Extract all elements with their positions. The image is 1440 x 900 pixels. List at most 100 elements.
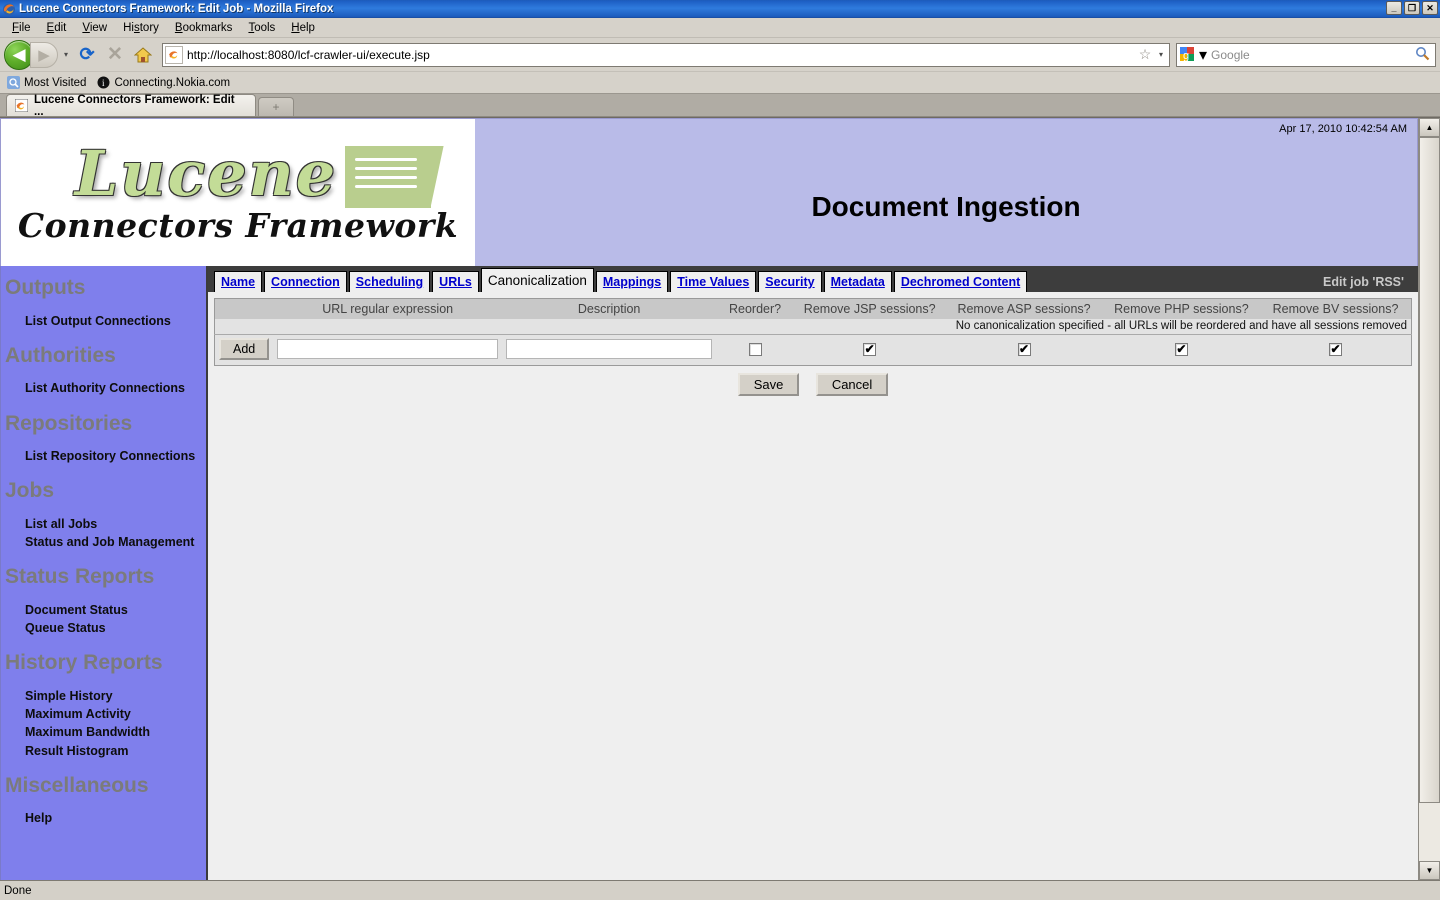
cancel-button[interactable]: Cancel bbox=[816, 373, 888, 396]
timestamp: Apr 17, 2010 10:42:54 AM bbox=[1279, 123, 1407, 135]
menu-item-history[interactable]: History bbox=[115, 20, 167, 36]
tab-security[interactable]: Security bbox=[758, 271, 821, 292]
address-dropdown-icon[interactable]: ▾ bbox=[1155, 50, 1167, 59]
close-button[interactable]: ✕ bbox=[1422, 1, 1438, 15]
url-regex-input[interactable] bbox=[277, 339, 498, 359]
menu-item-help[interactable]: Help bbox=[283, 20, 323, 36]
reload-icon[interactable]: ⟳ bbox=[74, 42, 100, 68]
header-banner: Apr 17, 2010 10:42:54 AM Document Ingest… bbox=[475, 119, 1417, 266]
search-input[interactable]: Google bbox=[1207, 48, 1411, 62]
minimize-button[interactable]: _ bbox=[1386, 1, 1402, 15]
browser-tab-label: Lucene Connectors Framework: Edit ... bbox=[34, 94, 247, 118]
stop-icon[interactable]: ✕ bbox=[102, 42, 128, 68]
table-header-row: URL regular expression Description Reord… bbox=[215, 299, 1412, 320]
logo-wordmark: Lucene bbox=[75, 145, 337, 204]
add-button[interactable]: Add bbox=[219, 338, 269, 360]
tab-metadata[interactable]: Metadata bbox=[824, 271, 892, 292]
remove-php-sessions-checkbox[interactable]: ✔ bbox=[1175, 343, 1188, 356]
edit-job-label: Edit job 'RSS' bbox=[1323, 275, 1404, 289]
add-cell: Add bbox=[215, 335, 274, 366]
bookmarks-toolbar: Most Visited i Connecting.Nokia.com bbox=[0, 72, 1440, 94]
tab-connection[interactable]: Connection bbox=[264, 271, 347, 292]
page-title: Document Ingestion bbox=[811, 191, 1080, 223]
tab-scheduling[interactable]: Scheduling bbox=[349, 271, 430, 292]
bookmark-connecting-nokia[interactable]: i Connecting.Nokia.com bbox=[96, 76, 236, 90]
sidebar: Outputs List Output Connections Authorit… bbox=[0, 266, 208, 880]
search-engine-dropdown-icon[interactable]: ▾ bbox=[1199, 45, 1207, 65]
bookmark-star-icon[interactable]: ☆ bbox=[1135, 46, 1155, 63]
scrollbar-track[interactable] bbox=[1419, 137, 1440, 861]
page-content: Lucene Connectors Framework Apr 17, 2010… bbox=[0, 118, 1418, 880]
sidebar-item-result-histogram[interactable]: Result Histogram bbox=[1, 742, 206, 760]
description-input[interactable] bbox=[506, 339, 712, 359]
sidebar-heading-miscellaneous: Miscellaneous bbox=[1, 770, 206, 800]
tab-time-values[interactable]: Time Values bbox=[670, 271, 756, 292]
tab-urls[interactable]: URLs bbox=[432, 271, 479, 292]
page-scrollbar[interactable]: ▲ ▼ bbox=[1418, 118, 1440, 880]
sidebar-item-help[interactable]: Help bbox=[1, 809, 206, 827]
scroll-up-button[interactable]: ▲ bbox=[1419, 118, 1440, 137]
menu-item-view[interactable]: View bbox=[74, 20, 115, 36]
history-dropdown-icon[interactable]: ▾ bbox=[60, 42, 72, 68]
reorder-cell bbox=[716, 335, 794, 366]
search-magnifier-icon[interactable] bbox=[1411, 46, 1433, 64]
home-icon[interactable] bbox=[130, 42, 156, 68]
remove-bv-cell: ✔ bbox=[1260, 335, 1411, 366]
window-controls: _ ❐ ✕ bbox=[1386, 1, 1438, 15]
save-button[interactable]: Save bbox=[738, 373, 800, 396]
remove-bv-sessions-checkbox[interactable]: ✔ bbox=[1329, 343, 1342, 356]
sidebar-item-queue-status[interactable]: Queue Status bbox=[1, 619, 206, 637]
col-remove-asp: Remove ASP sessions? bbox=[945, 299, 1102, 320]
sidebar-item-maximum-activity[interactable]: Maximum Activity bbox=[1, 705, 206, 723]
sidebar-item-list-all-jobs[interactable]: List all Jobs bbox=[1, 515, 206, 533]
status-text: Done bbox=[4, 885, 32, 897]
url-text[interactable]: http://localhost:8080/lcf-crawler-ui/exe… bbox=[187, 48, 1135, 62]
remove-asp-sessions-checkbox[interactable]: ✔ bbox=[1018, 343, 1031, 356]
status-bar: Done bbox=[0, 880, 1440, 900]
sidebar-item-document-status[interactable]: Document Status bbox=[1, 601, 206, 619]
form-actions: Save Cancel bbox=[214, 366, 1412, 394]
sidebar-heading-status-reports: Status Reports bbox=[1, 561, 206, 591]
sidebar-item-list-authority-connections[interactable]: List Authority Connections bbox=[1, 379, 206, 397]
bookmark-most-visited[interactable]: Most Visited bbox=[6, 76, 92, 90]
window-title: Lucene Connectors Framework: Edit Job - … bbox=[19, 3, 333, 15]
col-remove-php: Remove PHP sessions? bbox=[1103, 299, 1260, 320]
search-bar[interactable]: g ▾ Google bbox=[1176, 43, 1436, 67]
new-tab-button[interactable]: + bbox=[258, 97, 294, 116]
tab-mappings[interactable]: Mappings bbox=[596, 271, 668, 292]
menu-item-tools[interactable]: Tools bbox=[240, 20, 283, 36]
scrollbar-thumb[interactable] bbox=[1419, 137, 1440, 803]
scroll-down-button[interactable]: ▼ bbox=[1419, 861, 1440, 880]
page-viewport: Lucene Connectors Framework Apr 17, 2010… bbox=[0, 117, 1440, 880]
site-header: Lucene Connectors Framework Apr 17, 2010… bbox=[0, 118, 1418, 266]
forward-button[interactable]: ▶ bbox=[30, 42, 58, 68]
sidebar-item-simple-history[interactable]: Simple History bbox=[1, 687, 206, 705]
menu-bar: FFileile Edit View History Bookmarks Too… bbox=[0, 18, 1440, 38]
sidebar-item-list-output-connections[interactable]: List Output Connections bbox=[1, 312, 206, 330]
menu-item-bookmarks[interactable]: Bookmarks bbox=[167, 20, 241, 36]
sidebar-heading-outputs: Outputs bbox=[1, 272, 206, 302]
sidebar-item-maximum-bandwidth[interactable]: Maximum Bandwidth bbox=[1, 723, 206, 741]
address-bar[interactable]: http://localhost:8080/lcf-crawler-ui/exe… bbox=[162, 43, 1170, 67]
page-favicon bbox=[165, 46, 183, 64]
firefox-icon bbox=[2, 2, 16, 16]
reorder-checkbox[interactable] bbox=[749, 343, 762, 356]
remove-php-cell: ✔ bbox=[1103, 335, 1260, 366]
tab-name[interactable]: Name bbox=[214, 271, 262, 292]
bookmark-label: Most Visited bbox=[24, 77, 86, 89]
menu-item-file[interactable]: FFileile bbox=[4, 20, 39, 36]
browser-window: Lucene Connectors Framework: Edit Job - … bbox=[0, 0, 1440, 900]
tab-dechromed-content[interactable]: Dechromed Content bbox=[894, 271, 1027, 292]
empty-note: No canonicalization specified - all URLs… bbox=[215, 319, 1412, 335]
title-bar: Lucene Connectors Framework: Edit Job - … bbox=[0, 0, 1440, 18]
browser-tab-active[interactable]: Lucene Connectors Framework: Edit ... bbox=[6, 94, 256, 116]
remove-jsp-sessions-checkbox[interactable]: ✔ bbox=[863, 343, 876, 356]
tab-favicon bbox=[15, 99, 29, 113]
description-cell bbox=[502, 335, 716, 366]
sidebar-heading-repositories: Repositories bbox=[1, 408, 206, 438]
tab-canonicalization[interactable]: Canonicalization bbox=[481, 268, 594, 292]
sidebar-item-status-and-job-management[interactable]: Status and Job Management bbox=[1, 533, 206, 551]
restore-button[interactable]: ❐ bbox=[1404, 1, 1420, 15]
sidebar-item-list-repository-connections[interactable]: List Repository Connections bbox=[1, 447, 206, 465]
menu-item-edit[interactable]: Edit bbox=[39, 20, 75, 36]
